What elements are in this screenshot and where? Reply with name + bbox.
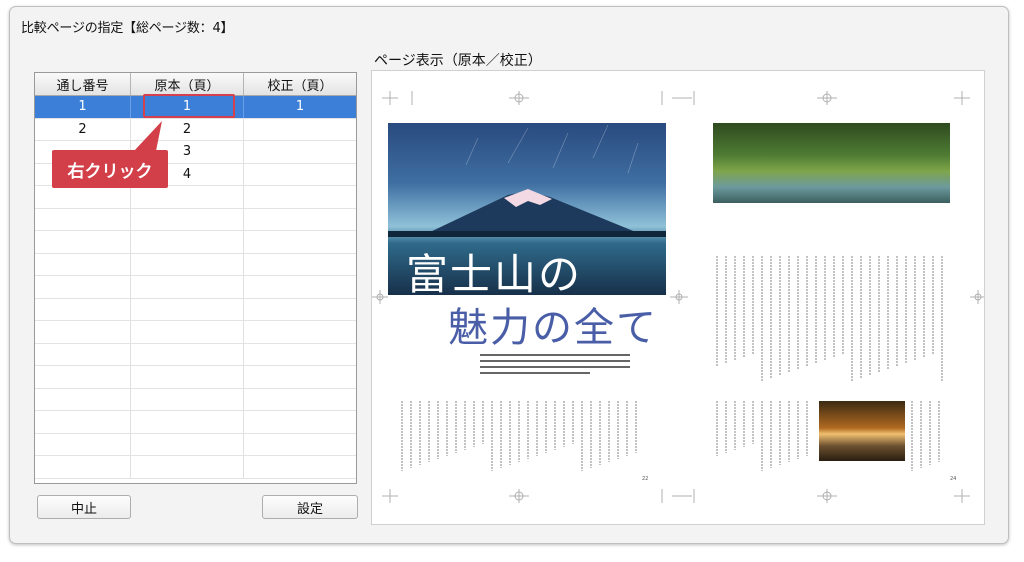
cell-original-page[interactable] xyxy=(131,231,244,253)
cell-proof-page[interactable] xyxy=(244,344,356,366)
table-row[interactable]: 22 xyxy=(35,118,356,141)
table-row[interactable] xyxy=(35,208,356,231)
header-original-page[interactable]: 原本（頁） xyxy=(131,73,244,95)
cell-serial-number[interactable] xyxy=(35,433,131,455)
header-proof-page[interactable]: 校正（頁） xyxy=(244,73,356,95)
highlight-cell-frame xyxy=(143,94,235,118)
table-row[interactable] xyxy=(35,411,356,434)
right-page-number: 24 xyxy=(950,476,957,482)
cell-serial-number[interactable] xyxy=(35,276,131,298)
page-mapping-table[interactable]: 通し番号 原本（頁） 校正（頁） 1112234 xyxy=(34,72,357,484)
cell-serial-number[interactable] xyxy=(35,343,131,365)
cell-original-page[interactable] xyxy=(131,253,244,275)
cell-original-page[interactable] xyxy=(131,321,244,343)
cell-proof-page[interactable] xyxy=(244,186,356,208)
cell-serial-number[interactable] xyxy=(35,366,131,388)
table-row[interactable] xyxy=(35,433,356,456)
cell-proof-page[interactable] xyxy=(244,456,356,478)
left-page-number: 22 xyxy=(642,476,649,482)
table-row[interactable] xyxy=(35,343,356,366)
cell-proof-page[interactable] xyxy=(244,366,356,388)
cell-proof-page[interactable] xyxy=(244,254,356,276)
cell-serial-number[interactable]: 2 xyxy=(35,118,131,140)
page-preview: 富士山の 魅力の全て 22 24 xyxy=(371,70,985,525)
body-text-columns xyxy=(401,256,943,471)
header-serial-number[interactable]: 通し番号 xyxy=(35,73,131,95)
cell-proof-page[interactable] xyxy=(244,209,356,231)
cell-proof-page[interactable] xyxy=(244,276,356,298)
cell-proof-page[interactable]: 1 xyxy=(244,96,356,118)
cell-serial-number[interactable] xyxy=(35,186,131,208)
table-header: 通し番号 原本（頁） 校正（頁） xyxy=(35,73,356,96)
cell-serial-number[interactable] xyxy=(35,298,131,320)
table-row[interactable] xyxy=(35,253,356,276)
cancel-button[interactable]: 中止 xyxy=(37,495,131,519)
cell-proof-page[interactable] xyxy=(244,434,356,456)
cell-original-page[interactable] xyxy=(131,276,244,298)
table-row[interactable] xyxy=(35,388,356,411)
cell-proof-page[interactable] xyxy=(244,389,356,411)
cell-original-page[interactable] xyxy=(131,411,244,433)
cell-serial-number[interactable] xyxy=(35,208,131,230)
cell-original-page[interactable] xyxy=(131,388,244,410)
table-row[interactable] xyxy=(35,321,356,344)
cell-original-page[interactable] xyxy=(131,208,244,230)
set-button[interactable]: 設定 xyxy=(262,495,358,519)
table-row[interactable] xyxy=(35,366,356,389)
cell-original-page[interactable] xyxy=(131,456,244,478)
cell-proof-page[interactable] xyxy=(244,321,356,343)
cell-serial-number[interactable] xyxy=(35,231,131,253)
cell-proof-page[interactable] xyxy=(244,299,356,321)
cell-proof-page[interactable] xyxy=(244,164,356,186)
table-row[interactable] xyxy=(35,186,356,209)
table-row[interactable] xyxy=(35,456,356,479)
table-row[interactable] xyxy=(35,231,356,254)
table-row[interactable] xyxy=(35,298,356,321)
cell-original-page[interactable] xyxy=(131,433,244,455)
cell-original-page[interactable] xyxy=(131,186,244,208)
cell-proof-page[interactable] xyxy=(244,141,356,163)
cell-proof-page[interactable] xyxy=(244,411,356,433)
cell-original-page[interactable] xyxy=(131,298,244,320)
table-row[interactable] xyxy=(35,276,356,299)
cell-original-page[interactable] xyxy=(131,343,244,365)
compare-page-dialog: 比較ページの指定【総ページ数：4】 ページ表示（原本／校正） 通し番号 原本（頁… xyxy=(9,6,1009,544)
cell-serial-number[interactable]: 1 xyxy=(35,96,131,118)
cell-serial-number[interactable] xyxy=(35,321,131,343)
cell-serial-number[interactable] xyxy=(35,253,131,275)
cell-proof-page[interactable] xyxy=(244,231,356,253)
cell-proof-page[interactable] xyxy=(244,119,356,141)
cell-original-page[interactable] xyxy=(131,366,244,388)
cell-serial-number[interactable] xyxy=(35,411,131,433)
preview-title: ページ表示（原本／校正） xyxy=(374,53,542,69)
cell-serial-number[interactable] xyxy=(35,456,131,478)
right-click-callout: 右クリック xyxy=(52,150,168,188)
cell-serial-number[interactable] xyxy=(35,388,131,410)
dialog-title: 比較ページの指定【総ページ数：4】 xyxy=(21,21,234,36)
